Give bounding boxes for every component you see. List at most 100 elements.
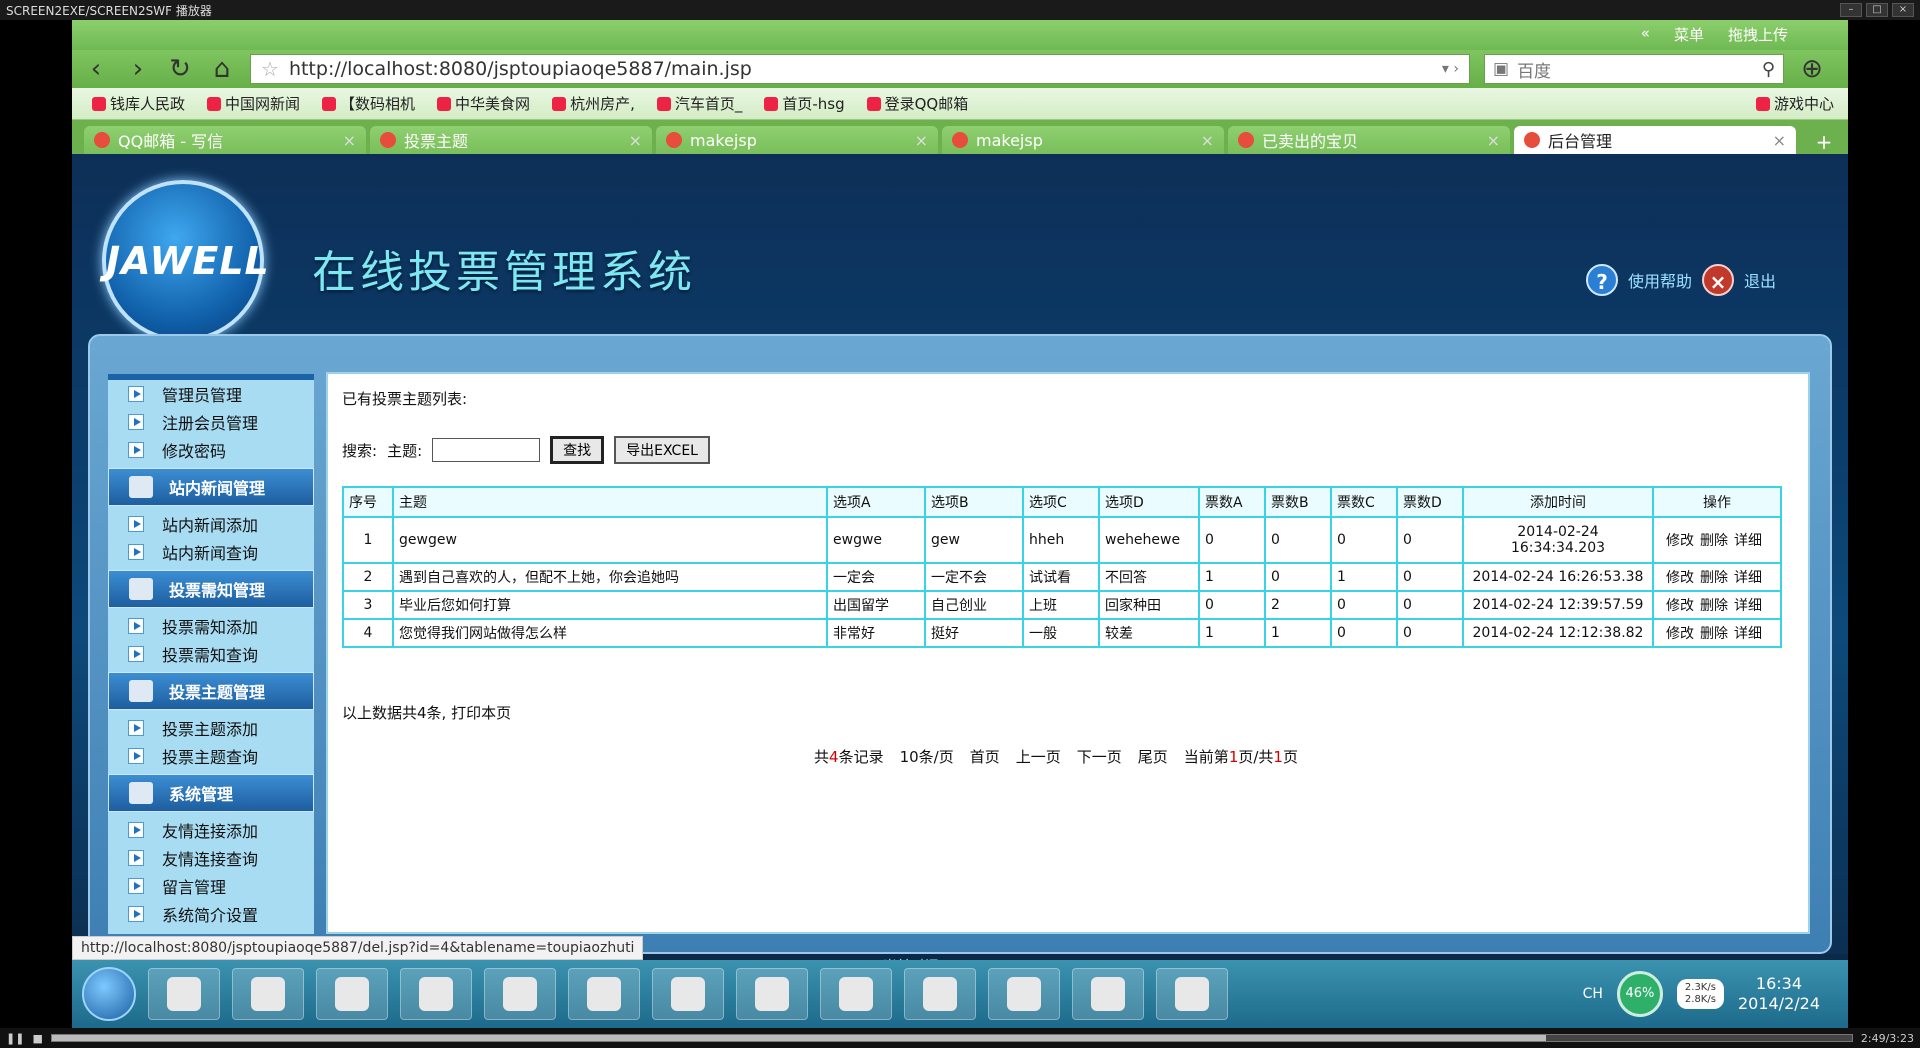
address-url[interactable]: http://localhost:8080/jsptoupiaoqe5887/m… (289, 58, 752, 80)
tab-makejsp-1[interactable]: makejsp × (656, 126, 938, 154)
edit-link[interactable]: 修改 (1666, 533, 1694, 549)
taskbar-app-icon[interactable] (148, 968, 220, 1020)
stop-icon[interactable]: ■ (32, 1032, 42, 1045)
delete-link[interactable]: 删除 (1700, 598, 1728, 614)
sidebar-item-members[interactable]: 注册会员管理 (108, 408, 314, 436)
bookmark-item[interactable]: 汽车首页_ (656, 93, 742, 114)
edit-link[interactable]: 修改 (1666, 570, 1694, 586)
sidebar-group-system[interactable]: 系统管理 (108, 774, 314, 812)
detail-link[interactable]: 详细 (1734, 570, 1762, 586)
next-page-link[interactable]: 下一页 (1077, 746, 1122, 767)
sidebar-group-subject[interactable]: 投票主题管理 (108, 672, 314, 710)
taskbar-app-icon[interactable] (736, 968, 808, 1020)
delete-link[interactable]: 删除 (1700, 570, 1728, 586)
search-icon[interactable]: ⚲ (1762, 59, 1775, 80)
edit-link[interactable]: 修改 (1666, 598, 1694, 614)
minimize-icon[interactable]: – (1840, 3, 1862, 17)
tab-close-icon[interactable]: × (629, 131, 642, 150)
cpu-usage-badge[interactable]: 46% (1616, 971, 1663, 1017)
language-indicator[interactable]: CH (1583, 986, 1603, 1002)
find-button[interactable]: 查找 (550, 436, 605, 464)
first-page-link[interactable]: 首页 (970, 746, 1000, 767)
tab-makejsp-2[interactable]: makejsp × (942, 126, 1224, 154)
taskbar-app-icon[interactable] (1156, 968, 1228, 1020)
tab-sold-items[interactable]: 已卖出的宝贝 × (1228, 126, 1510, 154)
exit-link[interactable]: 退出 (1744, 268, 1776, 292)
close-icon[interactable]: × (1892, 3, 1914, 17)
detail-link[interactable]: 详细 (1734, 626, 1762, 642)
sidebar-item-news-query[interactable]: 站内新闻查询 (108, 538, 314, 566)
taskbar-app-icon[interactable] (484, 968, 556, 1020)
help-link[interactable]: 使用帮助 (1628, 268, 1692, 292)
bookmark-star-icon[interactable]: ☆ (261, 57, 279, 81)
new-tab-icon[interactable]: + (1810, 130, 1838, 154)
taskbar-app-icon[interactable] (652, 968, 724, 1020)
search-placeholder[interactable]: 百度 (1517, 57, 1551, 82)
search-box[interactable]: ▣ 百度 ⚲ (1484, 54, 1784, 84)
sidebar-group-notice[interactable]: 投票需知管理 (108, 570, 314, 608)
clock[interactable]: 16:34 2014/2/24 (1738, 974, 1820, 1014)
bookmark-games[interactable]: 游戏中心 (1755, 93, 1848, 114)
pause-icon[interactable]: ❚❚ (6, 1032, 24, 1045)
back-icon[interactable]: ‹ (82, 55, 110, 83)
sidebar-item-admin[interactable]: 管理员管理 (108, 380, 314, 408)
tab-admin[interactable]: 后台管理 × (1514, 126, 1796, 154)
tab-close-icon[interactable]: × (915, 131, 928, 150)
playback-progress[interactable] (50, 1034, 1853, 1042)
sidebar-item-links-query[interactable]: 友情连接查询 (108, 844, 314, 872)
delete-link[interactable]: 删除 (1700, 626, 1728, 642)
taskbar-app-icon[interactable] (400, 968, 472, 1020)
home-icon[interactable]: ⌂ (208, 55, 236, 83)
taskbar-app-icon[interactable] (1072, 968, 1144, 1020)
bookmark-item[interactable]: 钱库人民政 (92, 93, 185, 114)
tab-close-icon[interactable]: × (1201, 131, 1214, 150)
help-icon[interactable]: ? (1586, 264, 1618, 296)
bookmark-item[interactable]: 首页-hsg (764, 93, 845, 114)
tab-close-icon[interactable]: × (343, 131, 356, 150)
bookmark-item[interactable]: 中国网新闻 (207, 93, 300, 114)
sidebar-item-news-add[interactable]: 站内新闻添加 (108, 510, 314, 538)
edit-link[interactable]: 修改 (1666, 626, 1694, 642)
bookmark-item[interactable]: 中华美食网 (437, 93, 530, 114)
taskbar-app-icon[interactable] (904, 968, 976, 1020)
detail-link[interactable]: 详细 (1734, 533, 1762, 549)
sidebar-item-intro[interactable]: 系统简介设置 (108, 900, 314, 928)
prev-page-link[interactable]: 上一页 (1016, 746, 1061, 767)
address-bar[interactable]: ☆ http://localhost:8080/jsptoupiaoqe5887… (250, 54, 1470, 84)
sidebar-item-subject-add[interactable]: 投票主题添加 (108, 714, 314, 742)
sidebar-group-news[interactable]: 站内新闻管理 (108, 468, 314, 506)
go-icon[interactable]: ▾ › (1442, 61, 1459, 77)
taskbar-app-icon[interactable] (820, 968, 892, 1020)
tab-vote-subject[interactable]: 投票主题 × (370, 126, 652, 154)
browser-menu-button[interactable]: 菜单 (1674, 24, 1704, 45)
maximize-icon[interactable]: □ (1866, 3, 1888, 17)
sidebar-item-notice-add[interactable]: 投票需知添加 (108, 612, 314, 640)
search-engine-icon[interactable]: ▣ (1493, 59, 1509, 79)
sidebar-item-subject-query[interactable]: 投票主题查询 (108, 742, 314, 770)
bookmark-item[interactable]: 登录QQ邮箱 (866, 93, 968, 114)
taskbar-app-icon[interactable] (988, 968, 1060, 1020)
subject-search-input[interactable] (432, 438, 541, 462)
tab-close-icon[interactable]: × (1773, 131, 1786, 150)
export-excel-button[interactable]: 导出EXCEL (614, 436, 710, 464)
detail-link[interactable]: 详细 (1734, 598, 1762, 614)
sidebar-item-links-add[interactable]: 友情连接添加 (108, 816, 314, 844)
start-button[interactable] (82, 967, 136, 1021)
taskbar-app-icon[interactable] (232, 968, 304, 1020)
bookmark-item[interactable]: 杭州房产, (552, 93, 635, 114)
bookmark-item[interactable]: 【数码相机 (322, 93, 415, 114)
sidebar-item-messages[interactable]: 留言管理 (108, 872, 314, 900)
delete-link[interactable]: 删除 (1700, 533, 1728, 549)
taskbar-app-icon[interactable] (316, 968, 388, 1020)
tab-close-icon[interactable]: × (1487, 131, 1500, 150)
tab-qqmail[interactable]: QQ邮箱 - 写信 × (84, 126, 366, 154)
forward-icon[interactable]: › (124, 55, 152, 83)
taskbar-app-icon[interactable] (568, 968, 640, 1020)
download-icon[interactable]: ⊕ (1798, 55, 1826, 83)
exit-icon[interactable]: × (1702, 264, 1735, 296)
upload-button[interactable]: 拖拽上传 (1728, 24, 1788, 45)
collapse-icon[interactable]: « (1641, 24, 1650, 45)
sidebar-item-password[interactable]: 修改密码 (108, 436, 314, 464)
refresh-icon[interactable]: ↻ (166, 55, 194, 83)
sidebar-item-notice-query[interactable]: 投票需知查询 (108, 640, 314, 668)
